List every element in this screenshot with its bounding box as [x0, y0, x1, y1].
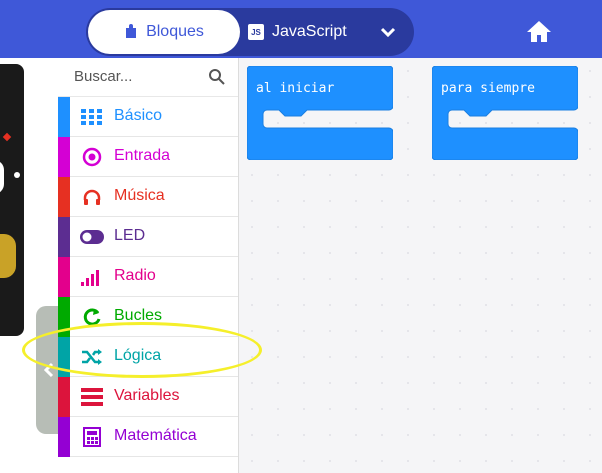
category-label: Entrada: [114, 147, 171, 164]
category-entrada[interactable]: Entrada: [58, 137, 238, 177]
microbit-device: [0, 64, 24, 336]
device-pin-gnd: [0, 234, 16, 278]
category-label: Variables: [114, 387, 180, 404]
editor-mode-toggle: Bloques JS JavaScript: [86, 8, 414, 56]
simulator-panel: [0, 58, 60, 473]
category-label: Básico: [114, 107, 163, 124]
category-basico[interactable]: Básico: [58, 97, 238, 137]
grid-icon: [80, 106, 104, 128]
js-file-icon: JS: [248, 24, 264, 40]
top-bar: Bloques JS JavaScript: [0, 0, 602, 58]
led-dot: [2, 132, 12, 142]
on-start-label: al iniciar: [256, 81, 335, 96]
category-musica[interactable]: Música: [58, 177, 238, 217]
list-icon: [80, 386, 104, 408]
blocks-tab-label: Bloques: [146, 23, 204, 40]
forever-label: para siempre: [441, 81, 535, 96]
on-start-block[interactable]: al iniciar: [247, 66, 393, 160]
search-icon: [209, 69, 225, 85]
home-icon: [527, 21, 551, 42]
category-variables[interactable]: Variables: [58, 377, 238, 417]
target-icon: [80, 146, 104, 168]
category-matematica[interactable]: Matemática: [58, 417, 238, 457]
category-color-bar: [58, 377, 70, 417]
category-led[interactable]: LED: [58, 217, 238, 257]
blocks-tab[interactable]: Bloques: [88, 10, 240, 54]
category-color-bar: [58, 217, 70, 257]
signal-bars-icon: [80, 266, 104, 288]
category-color-bar: [58, 257, 70, 297]
editor-more-button[interactable]: [366, 10, 410, 54]
toolbox: Buscar... Básico Entrada Música LED Radi…: [58, 58, 239, 473]
chevron-down-icon: [380, 27, 396, 37]
home-button[interactable]: [524, 18, 554, 44]
forever-block[interactable]: para siempre: [432, 66, 578, 160]
collapse-simulator-button[interactable]: [36, 306, 60, 434]
toolbox-search[interactable]: Buscar...: [58, 58, 238, 97]
highlight-annotation: [22, 322, 262, 378]
category-color-bar: [58, 417, 70, 457]
device-button[interactable]: [0, 160, 4, 194]
puzzle-piece-icon: [126, 24, 137, 38]
javascript-tab[interactable]: JS JavaScript: [248, 10, 362, 54]
category-color-bar: [58, 137, 70, 177]
javascript-tab-label: JavaScript: [272, 23, 347, 40]
category-color-bar: [58, 177, 70, 217]
headphones-icon: [80, 186, 104, 208]
category-radio[interactable]: Radio: [58, 257, 238, 297]
category-label: Música: [114, 187, 165, 204]
toggle-icon: [80, 226, 104, 248]
search-input[interactable]: Buscar...: [74, 68, 132, 85]
category-label: Matemática: [114, 427, 197, 444]
category-label: LED: [114, 227, 146, 244]
calculator-icon: [80, 426, 104, 448]
button-dot: [14, 172, 20, 178]
blocks-workspace[interactable]: al iniciar para siempre: [239, 58, 602, 473]
category-color-bar: [58, 97, 70, 137]
js-badge: JS: [251, 27, 261, 37]
category-label: Radio: [114, 267, 156, 284]
